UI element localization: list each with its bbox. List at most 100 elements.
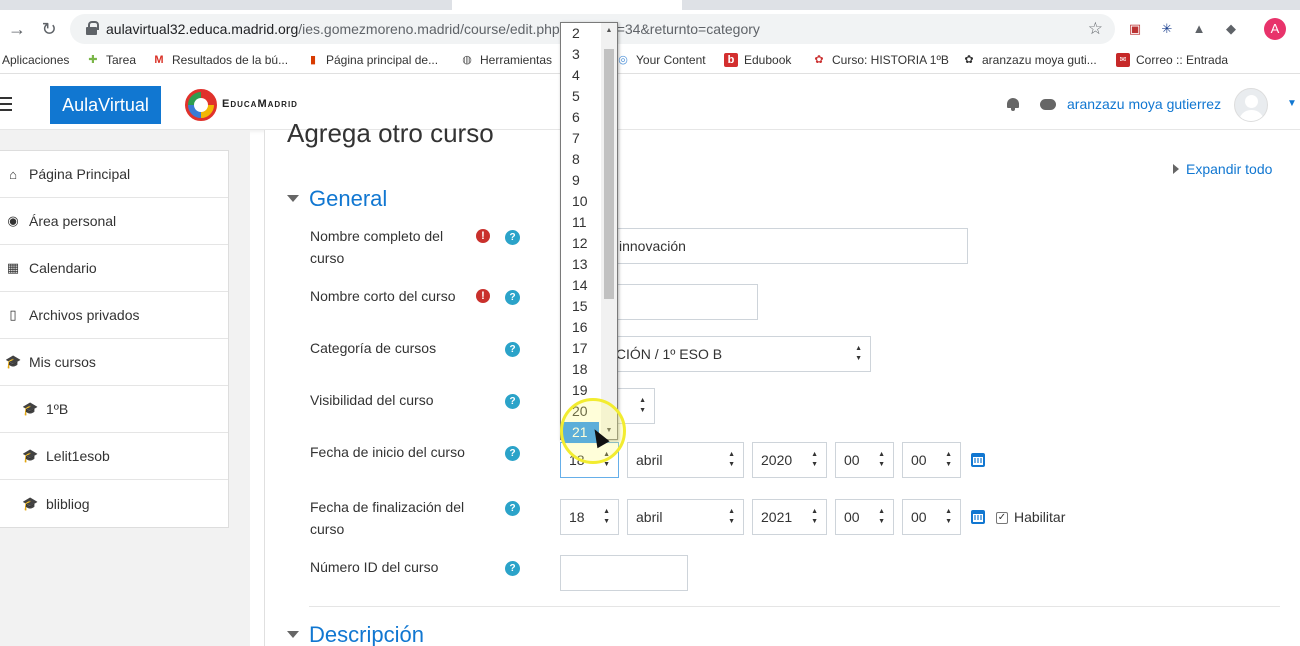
dropdown-option[interactable]: 13 (561, 254, 601, 275)
dropdown-option[interactable]: 14 (561, 275, 601, 296)
help-icon[interactable]: ? (505, 230, 520, 245)
educamadrid-logo-icon[interactable] (185, 89, 217, 121)
user-menu-caret-icon[interactable]: ▼ (1287, 98, 1297, 109)
idnumber-input[interactable] (560, 555, 688, 591)
bookmark-historia[interactable]: ✿ Curso: HISTORIA 1ºB (812, 53, 948, 67)
home-icon: ⌂ (9, 166, 17, 182)
start-month-select[interactable]: abril (627, 442, 744, 478)
help-icon[interactable]: ? (505, 394, 520, 409)
nav-item-calendario[interactable]: ▦ Calendario (0, 245, 228, 292)
dropdown-option[interactable]: 11 (561, 212, 601, 233)
bookmark-star-icon[interactable]: ☆ (1088, 19, 1103, 39)
dropdown-option[interactable]: 17 (561, 338, 601, 359)
end-month-select[interactable]: abril (627, 499, 744, 535)
bookmark-office[interactable]: ▮ Página principal de... (306, 53, 438, 67)
calendar-icon: ▦ (6, 260, 20, 275)
nav-item-pagina-principal[interactable]: ⌂ Página Principal (0, 151, 228, 198)
dropdown-option[interactable]: 16 (561, 317, 601, 338)
fullname-label: Nombre completo del curso (310, 228, 444, 266)
nav-item-course-lelit1esob[interactable]: 🎓 Lelit1esob (0, 433, 228, 480)
nav-item-label: Lelit1esob (46, 448, 110, 464)
nav-item-label: Área personal (29, 213, 117, 229)
calendar-icon[interactable] (971, 510, 985, 524)
office-icon: ▮ (309, 54, 317, 66)
content-icon: ◎ (618, 54, 628, 66)
dropdown-option[interactable]: 5 (561, 86, 601, 107)
dropdown-option[interactable]: 3 (561, 44, 601, 65)
dropdown-option[interactable]: 8 (561, 149, 601, 170)
moodle-icon: ✿ (964, 54, 974, 66)
section-general-toggle[interactable]: General (287, 186, 387, 212)
aulavirtual-brand[interactable]: AulaVirtual (50, 86, 161, 124)
day-dropdown-list[interactable]: 2 3 4 5 6 7 8 9 10 11 12 13 14 15 16 17 … (560, 22, 618, 443)
bookmark-gmail[interactable]: M Resultados de la bú... (152, 53, 288, 67)
nav-item-area-personal[interactable]: ◉ Área personal (0, 198, 228, 245)
help-icon[interactable]: ? (505, 501, 520, 516)
user-menu-name[interactable]: aranzazu moya gutierrez (1067, 96, 1221, 112)
start-hour-select[interactable]: 00 (835, 442, 894, 478)
reload-icon[interactable]: ↻ (38, 18, 60, 40)
end-year-select[interactable]: 2021 (752, 499, 827, 535)
idnumber-label: Número ID del curso (310, 559, 439, 575)
startdate-label: Fecha de inicio del curso (310, 444, 465, 460)
help-icon[interactable]: ? (505, 342, 520, 357)
nav-item-archivos-privados[interactable]: ▯ Archivos privados (0, 292, 228, 339)
bookmark-apps[interactable]: Aplicaciones (2, 53, 69, 67)
nav-item-course-blibliog[interactable]: 🎓 blibliog (0, 480, 228, 527)
expand-all-link[interactable]: Expandir todo (1173, 161, 1272, 177)
scroll-up-icon[interactable]: ▲ (601, 23, 617, 39)
fullname-input[interactable]: innovación (560, 228, 968, 264)
dropdown-option[interactable]: 9 (561, 170, 601, 191)
nav-item-course-1b[interactable]: 🎓 1ºB (0, 386, 228, 433)
dropdown-scrollbar[interactable]: ▲ ▼ (601, 23, 617, 439)
section-divider (309, 606, 1280, 607)
forward-icon[interactable]: → (6, 18, 28, 40)
dropdown-option[interactable]: 15 (561, 296, 601, 317)
dropdown-option[interactable]: 2 (561, 23, 601, 44)
globe-icon: ◍ (462, 54, 472, 66)
enable-enddate-checkbox[interactable]: ✓ (996, 512, 1008, 524)
nav-item-mis-cursos[interactable]: 🎓 Mis cursos (0, 339, 228, 386)
bookmark-herramientas[interactable]: ◍ Herramientas (460, 53, 552, 67)
notifications-bell-icon[interactable] (1006, 97, 1020, 111)
bookmark-edubook[interactable]: b Edubook (724, 53, 791, 67)
help-icon[interactable]: ? (505, 290, 520, 305)
dropdown-option[interactable]: 10 (561, 191, 601, 212)
bookmarks-bar: Aplicaciones ✚ Tarea M Resultados de la bú… (0, 48, 1300, 74)
section-descripcion-toggle[interactable]: Descripción (287, 622, 424, 646)
start-minute-select[interactable]: 00 (902, 442, 961, 478)
menu-icon[interactable] (0, 97, 12, 111)
user-avatar[interactable] (1234, 88, 1268, 122)
nav-item-label: Calendario (29, 260, 97, 276)
dropdown-option[interactable]: 7 (561, 128, 601, 149)
profile-avatar[interactable]: A (1264, 18, 1286, 40)
mendeley-extension-icon[interactable]: ✳ (1157, 19, 1177, 39)
page-title: Agrega otro curso (287, 118, 494, 148)
graduation-cap-icon: 🎓 (22, 448, 39, 463)
dropdown-option[interactable]: 12 (561, 233, 601, 254)
dropdown-option[interactable]: 6 (561, 107, 601, 128)
bookmark-your-content[interactable]: ◎ Your Content (616, 53, 705, 67)
start-year-select[interactable]: 2020 (752, 442, 827, 478)
bookmark-tarea[interactable]: ✚ Tarea (86, 53, 136, 67)
active-tab[interactable] (452, 0, 682, 10)
end-hour-select[interactable]: 00 (835, 499, 894, 535)
pdf-extension-icon[interactable]: ▣ (1125, 19, 1145, 39)
dropdown-option[interactable]: 4 (561, 65, 601, 86)
enable-enddate-label[interactable]: Habilitar (1014, 509, 1065, 525)
educamadrid-logo-text[interactable]: EducaMadrid (222, 98, 298, 110)
scrollbar-thumb[interactable] (604, 49, 614, 299)
messages-chat-icon[interactable] (1040, 99, 1056, 110)
dropdown-option[interactable]: 18 (561, 359, 601, 380)
end-minute-select[interactable]: 00 (902, 499, 961, 535)
bookmark-correo[interactable]: ✉ Correo :: Entrada (1116, 53, 1228, 67)
site-header: AulaVirtual EducaMadrid aranzazu moya gu… (0, 80, 1300, 130)
help-icon[interactable]: ? (505, 561, 520, 576)
calendar-icon[interactable] (971, 453, 985, 467)
help-icon[interactable]: ? (505, 446, 520, 461)
url-text[interactable]: aulavirtual32.educa.madrid.org/ies.gomez… (106, 21, 760, 37)
dropbox-extension-icon[interactable]: ◆ (1221, 19, 1241, 39)
end-day-select[interactable]: 18 (560, 499, 619, 535)
drive-extension-icon[interactable]: ▲ (1189, 19, 1209, 39)
bookmark-aranzazu[interactable]: ✿ aranzazu moya guti... (962, 53, 1096, 67)
